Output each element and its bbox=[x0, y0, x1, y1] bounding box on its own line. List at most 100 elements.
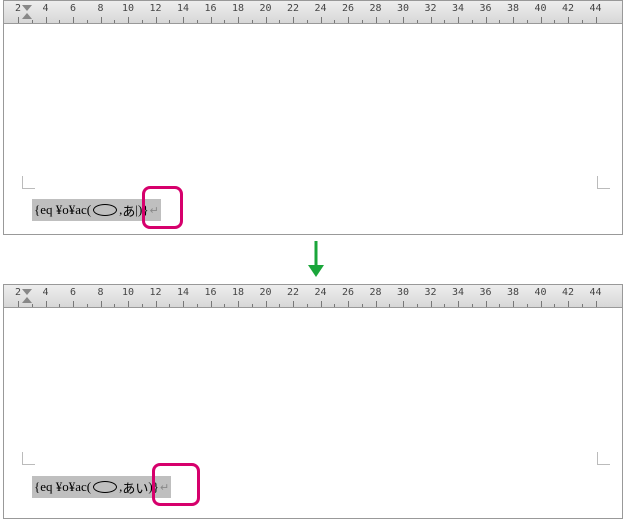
ruler-number: 22 bbox=[287, 287, 299, 298]
ruler-number: 34 bbox=[452, 287, 464, 298]
ruler-tick bbox=[403, 17, 404, 23]
ruler-number: 30 bbox=[397, 287, 409, 298]
ruler-number: 38 bbox=[507, 287, 519, 298]
ruler-tick-minor bbox=[252, 304, 253, 307]
ruler-tick-minor bbox=[334, 20, 335, 23]
ruler-tick bbox=[513, 301, 514, 307]
ruler-number: 42 bbox=[562, 287, 574, 298]
ruler-number: 32 bbox=[424, 3, 436, 14]
ruler-tick bbox=[431, 301, 432, 307]
ruler-tick-minor bbox=[389, 304, 390, 307]
ruler-tick-minor bbox=[197, 304, 198, 307]
ruler-tick-minor bbox=[499, 304, 500, 307]
hanging-indent-marker[interactable] bbox=[22, 297, 32, 303]
ruler-number: 18 bbox=[232, 3, 244, 14]
ruler-number: 24 bbox=[314, 3, 326, 14]
ruler-number: 34 bbox=[452, 3, 464, 14]
field-code[interactable]: { eq ¥o¥ac( , あ | )} ↵ bbox=[32, 199, 161, 221]
ruler-tick-minor bbox=[389, 20, 390, 23]
ruler-tick bbox=[238, 17, 239, 23]
editor-panel-before: 2468101214161820222426283032343638404244… bbox=[3, 0, 623, 235]
ruler-tick-minor bbox=[224, 304, 225, 307]
ruler-number: 26 bbox=[342, 287, 354, 298]
ruler: 2468101214161820222426283032343638404244 bbox=[4, 285, 622, 308]
ruler-number: 6 bbox=[70, 3, 76, 14]
ruler-number: 8 bbox=[97, 287, 103, 298]
field-code-prefix: eq ¥o¥ac( bbox=[40, 202, 91, 218]
field-code[interactable]: { eq ¥o¥ac( , あい )} ↵ bbox=[32, 476, 171, 498]
ruler-tick bbox=[46, 17, 47, 23]
field-enclosed-text: あい bbox=[122, 478, 148, 497]
field-close: )} bbox=[148, 479, 159, 495]
ruler-tick bbox=[238, 301, 239, 307]
ruler-number: 28 bbox=[369, 287, 381, 298]
ruler-tick-minor bbox=[417, 20, 418, 23]
editor-panel-after: 2468101214161820222426283032343638404244… bbox=[3, 284, 623, 519]
ruler-tick-minor bbox=[224, 20, 225, 23]
ruler-tick-minor bbox=[279, 20, 280, 23]
ruler-tick bbox=[183, 301, 184, 307]
ruler-number: 2 bbox=[15, 287, 21, 298]
ruler-tick bbox=[376, 17, 377, 23]
ruler-tick-minor bbox=[59, 304, 60, 307]
enclosure-oval-icon bbox=[93, 204, 117, 216]
ruler-tick-minor bbox=[582, 20, 583, 23]
ruler-tick-minor bbox=[142, 20, 143, 23]
ruler-tick bbox=[376, 301, 377, 307]
paragraph-mark-icon: ↵ bbox=[150, 204, 159, 217]
ruler-tick bbox=[156, 17, 157, 23]
ruler-tick bbox=[321, 301, 322, 307]
first-line-indent-marker[interactable] bbox=[22, 289, 32, 295]
hanging-indent-marker[interactable] bbox=[22, 13, 32, 19]
ruler-number: 40 bbox=[534, 3, 546, 14]
ruler-number: 10 bbox=[122, 3, 134, 14]
ruler-number: 16 bbox=[204, 3, 216, 14]
ruler-tick bbox=[568, 17, 569, 23]
ruler-tick-minor bbox=[32, 20, 33, 23]
ruler-tick-minor bbox=[417, 304, 418, 307]
field-enclosed-text: あ bbox=[122, 201, 135, 220]
ruler-number: 22 bbox=[287, 3, 299, 14]
ruler-number: 18 bbox=[232, 287, 244, 298]
ruler-tick bbox=[458, 301, 459, 307]
margin-corner-left bbox=[22, 176, 35, 189]
ruler-tick bbox=[73, 301, 74, 307]
ruler-tick-minor bbox=[142, 304, 143, 307]
ruler-number: 14 bbox=[177, 287, 189, 298]
ruler-tick-minor bbox=[362, 304, 363, 307]
ruler-number: 36 bbox=[479, 287, 491, 298]
arrow-down-icon bbox=[304, 239, 328, 279]
ruler-tick bbox=[348, 301, 349, 307]
ruler-number: 6 bbox=[70, 287, 76, 298]
ruler-tick bbox=[46, 301, 47, 307]
ruler-number: 10 bbox=[122, 287, 134, 298]
document-area[interactable]: { eq ¥o¥ac( , あい )} ↵ bbox=[4, 308, 622, 518]
ruler-tick-minor bbox=[32, 304, 33, 307]
ruler-number: 36 bbox=[479, 3, 491, 14]
ruler-tick-minor bbox=[197, 20, 198, 23]
ruler-number: 16 bbox=[204, 287, 216, 298]
ruler-tick bbox=[18, 17, 19, 23]
ruler-tick bbox=[403, 301, 404, 307]
ruler-number: 26 bbox=[342, 3, 354, 14]
document-area[interactable]: { eq ¥o¥ac( , あ | )} ↵ bbox=[4, 24, 622, 234]
ruler-tick-minor bbox=[169, 20, 170, 23]
enclosure-oval-icon bbox=[93, 481, 117, 493]
ruler-number: 14 bbox=[177, 3, 189, 14]
ruler-tick bbox=[348, 17, 349, 23]
ruler-tick-minor bbox=[252, 20, 253, 23]
ruler-tick bbox=[293, 301, 294, 307]
ruler-number: 42 bbox=[562, 3, 574, 14]
ruler-tick bbox=[486, 17, 487, 23]
field-code-prefix: eq ¥o¥ac( bbox=[40, 479, 91, 495]
ruler-tick-minor bbox=[499, 20, 500, 23]
ruler-tick bbox=[73, 17, 74, 23]
first-line-indent-marker[interactable] bbox=[22, 5, 32, 11]
ruler-number: 20 bbox=[259, 287, 271, 298]
ruler-tick bbox=[18, 301, 19, 307]
ruler-number: 20 bbox=[259, 3, 271, 14]
ruler-number: 38 bbox=[507, 3, 519, 14]
ruler-tick-minor bbox=[87, 20, 88, 23]
ruler-tick bbox=[101, 17, 102, 23]
ruler-tick bbox=[293, 17, 294, 23]
